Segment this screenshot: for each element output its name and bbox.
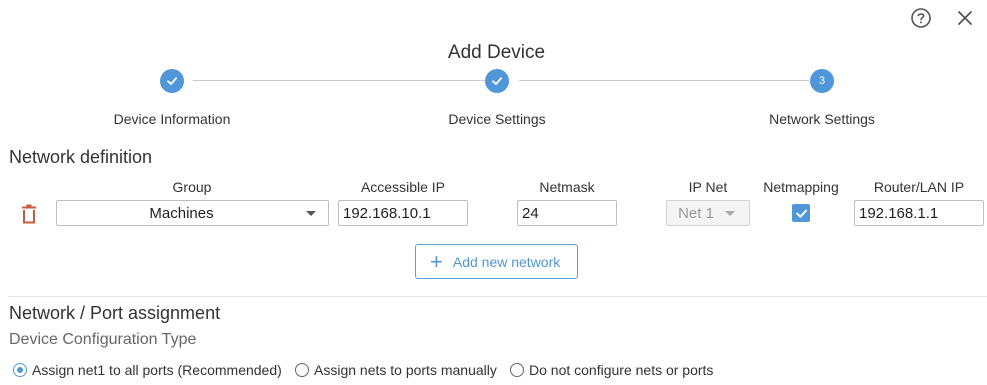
group-select[interactable]: Machines — [56, 200, 329, 226]
radio-assign-net1-all-ports[interactable]: Assign net1 to all ports (Recommended) — [13, 362, 282, 378]
radio-label: Do not configure nets or ports — [529, 362, 714, 378]
add-new-network-label: Add new network — [452, 253, 561, 270]
ip-net-select-value: Net 1 — [678, 204, 714, 222]
radio-assign-nets-manually[interactable]: Assign nets to ports manually — [295, 362, 497, 378]
delete-network-button[interactable] — [18, 202, 40, 226]
radio-label: Assign net1 to all ports (Recommended) — [32, 362, 282, 378]
step-3-indicator: 3 — [810, 69, 834, 93]
chevron-down-icon — [306, 210, 316, 216]
network-definition-title: Network definition — [9, 147, 153, 167]
column-header-netmapping: Netmapping — [763, 179, 839, 195]
accessible-ip-input[interactable] — [338, 200, 468, 226]
trash-icon — [22, 204, 36, 224]
close-icon — [958, 11, 972, 25]
close-button[interactable] — [953, 6, 977, 30]
add-new-network-button[interactable]: + Add new network — [415, 244, 578, 279]
column-header-ip-net: IP Net — [688, 179, 728, 195]
column-header-netmask: Netmask — [539, 179, 595, 195]
netmask-input[interactable] — [517, 200, 617, 226]
check-icon — [795, 208, 807, 218]
radio-indicator — [13, 363, 27, 377]
dialog-title: Add Device — [447, 42, 546, 63]
radio-indicator — [295, 363, 309, 377]
radio-indicator — [510, 363, 524, 377]
chevron-down-icon — [725, 210, 735, 216]
column-header-group: Group — [172, 179, 212, 195]
plus-icon: + — [430, 248, 443, 274]
netmapping-checkbox[interactable] — [792, 204, 810, 222]
check-icon — [167, 77, 178, 85]
router-lan-ip-input[interactable] — [854, 200, 984, 226]
radio-do-not-configure[interactable]: Do not configure nets or ports — [510, 362, 713, 378]
column-header-accessible-ip: Accessible IP — [360, 179, 446, 195]
stepper-connector — [519, 80, 809, 81]
column-header-router-lan-ip: Router/LAN IP — [873, 179, 965, 195]
step-2-indicator — [485, 69, 509, 93]
ip-net-select[interactable]: Net 1 — [666, 200, 750, 226]
section-divider — [9, 296, 987, 297]
help-button[interactable] — [909, 6, 933, 30]
step-2-label: Device Settings — [448, 111, 546, 127]
step-1-label: Device Information — [113, 111, 231, 127]
port-assignment-title: Network / Port assignment — [9, 303, 221, 323]
check-icon — [492, 77, 503, 85]
step-3-label: Network Settings — [769, 111, 875, 127]
step-1-indicator — [160, 69, 184, 93]
help-circle-icon — [911, 8, 931, 28]
step-3-number: 3 — [818, 75, 826, 87]
group-select-value: Machines — [149, 204, 214, 222]
radio-label: Assign nets to ports manually — [314, 362, 497, 378]
stepper-connector — [193, 80, 485, 81]
device-configuration-type-label: Device Configuration Type — [9, 331, 197, 348]
